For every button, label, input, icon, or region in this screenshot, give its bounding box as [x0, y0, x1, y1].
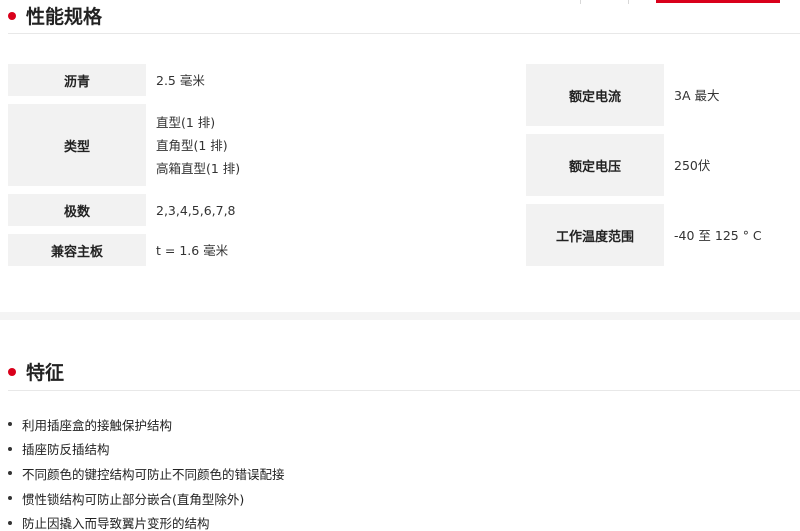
- features-title-divider: [8, 390, 800, 391]
- specs-title-text: 性能规格: [26, 6, 103, 28]
- active-tab-indicator[interactable]: [656, 0, 780, 3]
- spec-label: 类型: [8, 104, 146, 186]
- feature-text: 防止因撬入而导致翼片变形的结构: [22, 516, 210, 531]
- feature-text: 惯性锁结构可防止部分嵌合(直角型除外): [22, 491, 245, 507]
- list-item: 不同颜色的键控结构可防止不同颜色的错误配接: [8, 461, 285, 486]
- features-section-title: 特征: [8, 358, 64, 385]
- spec-label: 工作温度范围: [526, 204, 664, 266]
- spec-label: 额定电流: [526, 64, 664, 126]
- bullet-icon: [8, 496, 12, 501]
- spec-label: 沥青: [8, 64, 146, 96]
- spec-value-line: t = 1.6 毫米: [156, 242, 229, 258]
- spec-value: 直型(1 排) 直角型(1 排) 高箱直型(1 排): [146, 104, 376, 186]
- spec-value: 2,3,4,5,6,7,8: [146, 194, 376, 226]
- feature-text: 插座防反插结构: [22, 442, 110, 458]
- spec-value-line: 3A 最大: [674, 87, 720, 103]
- spec-value: 250伏: [664, 134, 794, 196]
- spec-row-poles: 极数 2,3,4,5,6,7,8: [8, 194, 376, 226]
- spec-value-line: 2.5 毫米: [156, 72, 205, 88]
- spec-value-line: 250伏: [674, 157, 711, 173]
- tab-divider: [580, 0, 581, 4]
- spec-row-temperature: 工作温度范围 -40 至 125 ° C: [526, 204, 794, 266]
- spec-value: t = 1.6 毫米: [146, 234, 376, 266]
- spec-label: 极数: [8, 194, 146, 226]
- list-item: 利用插座盒的接触保护结构: [8, 412, 285, 437]
- features-title-text: 特征: [26, 362, 65, 384]
- feature-text: 不同颜色的键控结构可防止不同颜色的错误配接: [22, 466, 285, 482]
- spec-label: 额定电压: [526, 134, 664, 196]
- feature-list: 利用插座盒的接触保护结构 插座防反插结构 不同颜色的键控结构可防止不同颜色的错误…: [8, 412, 285, 531]
- specs-section-title: 性能规格: [8, 2, 102, 29]
- red-dot-icon: [8, 367, 16, 376]
- top-tab-strip: [0, 0, 800, 4]
- spec-value-line: -40 至 125 ° C: [674, 227, 762, 243]
- tab-divider: [628, 0, 629, 4]
- list-item: 惯性锁结构可防止部分嵌合(直角型除外): [8, 486, 285, 511]
- bullet-icon: [8, 520, 12, 525]
- bullet-icon: [8, 471, 12, 476]
- bullet-icon: [8, 446, 12, 451]
- specs-title-divider: [8, 33, 800, 34]
- spec-value-line: 直角型(1 排): [156, 137, 228, 153]
- section-separator: [0, 312, 800, 320]
- spec-value-line: 2,3,4,5,6,7,8: [156, 202, 236, 218]
- spec-row-current: 额定电流 3A 最大: [526, 64, 794, 126]
- spec-value: -40 至 125 ° C: [664, 204, 794, 266]
- spec-label: 兼容主板: [8, 234, 146, 266]
- spec-value: 3A 最大: [664, 64, 794, 126]
- list-item: 防止因撬入而导致翼片变形的结构: [8, 510, 285, 531]
- spec-row-type: 类型 直型(1 排) 直角型(1 排) 高箱直型(1 排): [8, 104, 376, 186]
- spec-row-pitch: 沥青 2.5 毫米: [8, 64, 376, 96]
- spec-value-line: 高箱直型(1 排): [156, 160, 241, 176]
- list-item: 插座防反插结构: [8, 437, 285, 462]
- spec-row-voltage: 额定电压 250伏: [526, 134, 794, 196]
- spec-value: 2.5 毫米: [146, 64, 376, 96]
- spec-value-line: 直型(1 排): [156, 114, 216, 130]
- red-dot-icon: [8, 11, 16, 20]
- bullet-icon: [8, 422, 12, 427]
- spec-row-board: 兼容主板 t = 1.6 毫米: [8, 234, 376, 266]
- feature-text: 利用插座盒的接触保护结构: [22, 417, 173, 433]
